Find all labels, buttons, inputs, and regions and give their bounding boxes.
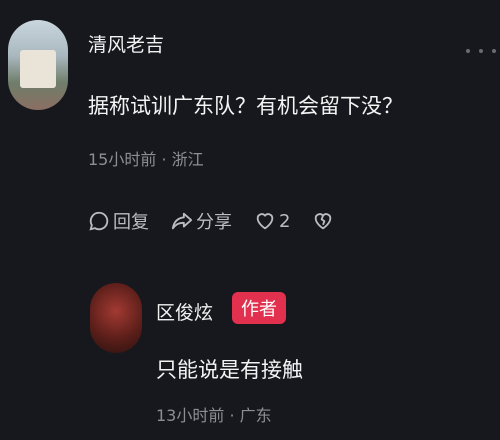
dislike-button[interactable] xyxy=(312,210,337,232)
comment-meta: 15小时前 · 浙江 xyxy=(88,146,204,170)
commenter-avatar[interactable] xyxy=(8,20,68,110)
share-arrow-icon xyxy=(171,212,193,230)
meta-separator: · xyxy=(229,406,240,425)
reply-time: 13小时前 xyxy=(156,406,225,425)
reply-meta: 13小时前 · 广东 xyxy=(156,402,272,426)
share-label: 分享 xyxy=(196,212,232,233)
reply-location: 广东 xyxy=(239,406,272,425)
reply-bubble-icon xyxy=(89,211,109,231)
author-badge: 作者 xyxy=(232,292,286,324)
heart-icon xyxy=(256,213,274,230)
share-button[interactable]: 分享 xyxy=(171,208,232,234)
meta-separator: · xyxy=(161,150,172,169)
like-button[interactable]: 2 xyxy=(254,210,290,232)
broken-heart-icon xyxy=(315,213,332,230)
comment-time: 15小时前 xyxy=(88,150,157,169)
more-options-icon[interactable] xyxy=(466,46,496,56)
reply-button[interactable]: 回复 xyxy=(88,208,149,234)
reply-text: 只能说是有接触 xyxy=(156,358,303,382)
commenter-username[interactable]: 清风老吉 xyxy=(88,30,164,57)
comment-actions: 回复 分享 2 xyxy=(88,206,337,236)
reply-author-username[interactable]: 区俊炫 xyxy=(156,298,213,325)
comment-text: 据称试训广东队？有机会留下没？ xyxy=(88,94,403,118)
reply-label: 回复 xyxy=(113,212,149,233)
reply-author-avatar[interactable] xyxy=(90,283,142,353)
comment-location: 浙江 xyxy=(171,150,204,169)
like-count: 2 xyxy=(279,210,291,232)
